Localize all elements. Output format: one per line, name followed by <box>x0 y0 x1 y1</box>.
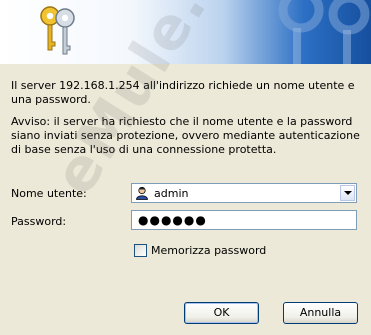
user-icon <box>136 186 148 200</box>
password-label: Password: <box>11 215 67 228</box>
ok-button[interactable]: OK <box>184 302 259 324</box>
username-label: Nome utente: <box>11 187 87 200</box>
username-value: admin <box>154 187 189 200</box>
banner-keys-graphic <box>278 0 370 64</box>
username-combobox[interactable]: admin <box>131 183 357 203</box>
auth-message: Il server 192.168.1.254 all'indirizzo ri… <box>11 79 355 106</box>
dialog-banner <box>0 0 371 64</box>
security-warning: Avviso: il server ha richiesto che il no… <box>11 115 360 156</box>
keys-icon <box>40 6 75 55</box>
cancel-button[interactable]: Annulla <box>283 302 358 324</box>
remember-password-checkbox[interactable] <box>134 244 147 257</box>
username-dropdown-button[interactable] <box>340 185 355 201</box>
chevron-down-icon <box>344 191 352 195</box>
password-field[interactable] <box>131 210 357 230</box>
remember-password-label[interactable]: Memorizza password <box>151 244 266 257</box>
